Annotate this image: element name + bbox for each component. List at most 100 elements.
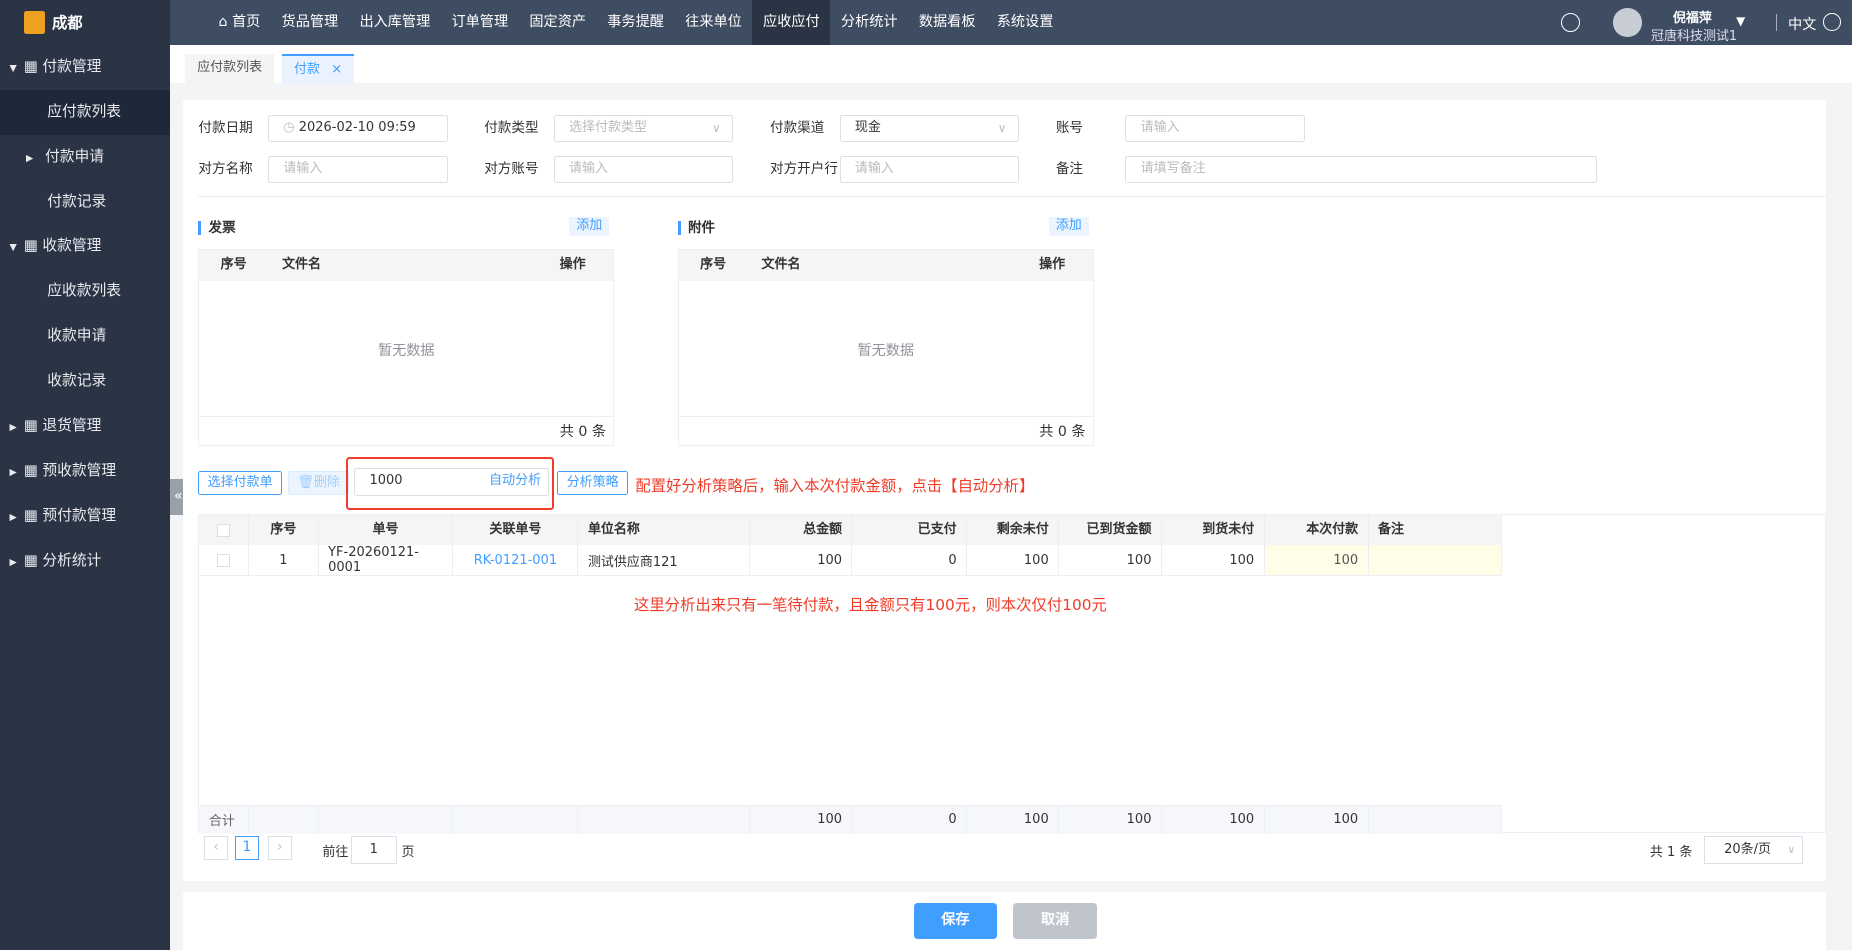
prev-page-button[interactable]: ‹	[204, 836, 228, 860]
tab-payment[interactable]: 应付款列表付款 ×	[282, 54, 354, 83]
payment-amount-input[interactable]: 1000 自动分析	[354, 467, 550, 497]
next-page-button[interactable]: ›	[268, 836, 292, 860]
goto-page-input[interactable]: 1	[350, 836, 397, 865]
menu-goods[interactable]: 货品管理	[271, 0, 349, 45]
total-count: 共 1 条	[1649, 844, 1693, 860]
top-nav: 成都 ⌂ 首页 货品管理 出入库管理 订单管理 固定资产 事务提醒 往来单位 应…	[0, 0, 1852, 45]
party-bank-input[interactable]: 请输入	[839, 155, 1020, 184]
save-button[interactable]: 保存	[914, 903, 997, 939]
menu-home[interactable]: ⌂ 首页	[208, 0, 271, 45]
channel-label: 付款渠道	[770, 119, 825, 136]
attachment-title: 附件	[677, 221, 715, 236]
empty-text: 暂无数据	[857, 342, 915, 359]
logo: 成都	[0, 0, 171, 45]
menu-partners[interactable]: 往来单位	[675, 0, 753, 45]
table-header: 序号 单号 关联单号 单位名称 总金额 已支付 剩余未付 已到货金额 到货未付 …	[199, 514, 1503, 546]
analysis-strategy-button[interactable]: 分析策略	[557, 471, 628, 495]
main-menu: ⌂ 首页 货品管理 出入库管理 订单管理 固定资产 事务提醒 往来单位 应收应付…	[208, 0, 1064, 45]
table-header: 序号 文件名 操作	[678, 250, 1093, 281]
sidebar-group-analysis[interactable]: ▶ ▦ 分析统计	[0, 539, 170, 584]
sidebar-item-payment-records[interactable]: 付款记录	[0, 180, 170, 225]
party-account-input[interactable]: 请输入	[553, 155, 734, 184]
party-account-label: 对方账号	[484, 160, 539, 177]
delete-button[interactable]: 🗑删除	[288, 471, 350, 495]
footer-bar	[183, 891, 1826, 950]
payables-table: 序号 单号 关联单号 单位名称 总金额 已支付 剩余未付 已到货金额 到货未付 …	[198, 513, 1826, 834]
sidebar-group-advance-payment[interactable]: ▶ ▦ 预付款管理	[0, 494, 170, 539]
select-payables-button[interactable]: 选择付款单	[198, 471, 282, 495]
menu-label: 首页	[231, 14, 261, 30]
chevron-down-icon: ∨	[1787, 843, 1796, 857]
menu-orders[interactable]: 订单管理	[441, 0, 519, 45]
party-name-label: 对方名称	[198, 160, 253, 177]
user-name[interactable]: 倪福萍	[1651, 7, 1734, 26]
this-payment-input[interactable]: 100	[1264, 545, 1369, 576]
tab-bar: 应付款列表 应付款列表付款 ×	[170, 44, 1852, 83]
invoice-add-button[interactable]: 添加	[569, 217, 610, 237]
remark-label: 备注	[1055, 160, 1083, 177]
trash-icon: 🗑	[297, 475, 314, 491]
table-header: 序号 文件名 操作	[199, 250, 614, 281]
invoice-title: 发票	[198, 221, 236, 236]
pay-type-select[interactable]: 选择付款类型	[553, 114, 734, 142]
pay-type-label: 付款类型	[484, 119, 539, 136]
feature-icon[interactable]	[1561, 12, 1581, 32]
remark-cell[interactable]	[1368, 545, 1503, 576]
annotation-note: 这里分析出来只有一笔待付款，且金额只有100元，则本次仅付100元	[634, 595, 1107, 614]
sidebar-item-receipt-request[interactable]: 收款申请	[0, 314, 170, 359]
pay-date-input[interactable]: ◷ 2026-02-10 09:59	[268, 114, 448, 142]
party-name-input[interactable]: 请输入	[268, 155, 448, 184]
sidebar-item-receipt-records[interactable]: 收款记录	[0, 359, 170, 404]
account-input[interactable]: 请输入	[1125, 114, 1305, 142]
table-row[interactable]: 1 YF-20260121-0001 RK-0121-001 测试供应商121 …	[199, 545, 1503, 577]
page-size-select[interactable]: 20条/页 ∨	[1704, 836, 1804, 865]
divider	[198, 196, 1826, 198]
auto-analyze-button[interactable]: 自动分析	[489, 469, 541, 494]
select-all-checkbox[interactable]	[217, 523, 231, 537]
row-checkbox[interactable]	[217, 553, 231, 567]
caret-down-icon[interactable]: ▼	[1736, 14, 1745, 28]
brand-name: 成都	[51, 14, 83, 33]
close-icon[interactable]: ×	[331, 62, 342, 77]
menu-dashboard[interactable]: 数据看板	[908, 0, 986, 45]
channel-select[interactable]: 现金	[839, 114, 1020, 142]
sidebar-group-payment[interactable]: ▼ ▦ 付款管理	[0, 45, 170, 90]
sidebar-group-advance-receipt[interactable]: ▶ ▦ 预收款管理	[0, 449, 170, 494]
sidebar-group-returns[interactable]: ▶ ▦ 退货管理	[0, 404, 170, 449]
home-icon: ⌂	[218, 14, 232, 30]
attachment-total: 共 0 条	[678, 415, 1093, 447]
ref-link[interactable]: RK-0121-001	[453, 545, 579, 576]
avatar[interactable]	[1613, 8, 1642, 37]
logo-icon	[23, 10, 45, 35]
account-label: 账号	[1055, 119, 1083, 136]
attachment-add-button[interactable]: 添加	[1048, 217, 1089, 237]
menu-analysis[interactable]: 分析统计	[830, 0, 908, 45]
party-bank-label: 对方开户行	[770, 160, 838, 177]
menu-assets[interactable]: 固定资产	[519, 0, 597, 45]
menu-settings[interactable]: 系统设置	[986, 0, 1064, 45]
invoice-total: 共 0 条	[199, 415, 614, 447]
invoice-table: 序号 文件名 操作 暂无数据 共 0 条	[198, 249, 615, 447]
cancel-button[interactable]: 取消	[1013, 903, 1098, 939]
goto-label: 前往	[322, 844, 349, 860]
empty-text: 暂无数据	[377, 342, 435, 359]
sidebar-item-payable-list[interactable]: 应付款列表	[0, 89, 171, 135]
clock-icon: ◷	[283, 119, 299, 135]
annotation-note: 配置好分析策略后，输入本次付款金额，点击【自动分析】	[635, 476, 1035, 495]
menu-reminders[interactable]: 事务提醒	[597, 0, 675, 45]
sidebar-item-payment-request[interactable]: ▶ 付款申请	[0, 135, 170, 180]
sidebar: ▼ ▦ 付款管理 应付款列表 ▶ 付款申请 付款记录 ▼ ▦ 收款管理 应收款列表 收…	[0, 44, 171, 950]
remark-input[interactable]: 请填写备注	[1125, 155, 1597, 184]
sidebar-item-receivable-list[interactable]: 应收款列表	[0, 269, 170, 314]
divider	[1776, 14, 1778, 31]
page-unit: 页	[401, 844, 415, 860]
sidebar-group-receipt[interactable]: ▼ ▦ 收款管理	[0, 224, 170, 269]
tab-payable-list[interactable]: 应付款列表	[185, 54, 274, 83]
pay-date-label: 付款日期	[198, 119, 253, 136]
globe-icon[interactable]	[1823, 12, 1842, 31]
menu-receivable-payable[interactable]: 应收应付	[752, 0, 831, 45]
menu-stock[interactable]: 出入库管理	[349, 0, 441, 45]
company-name: 冠唐科技测试1	[1651, 28, 1738, 44]
language-switch[interactable]: 中文	[1788, 14, 1816, 34]
page-1-button[interactable]: 1	[235, 836, 259, 860]
